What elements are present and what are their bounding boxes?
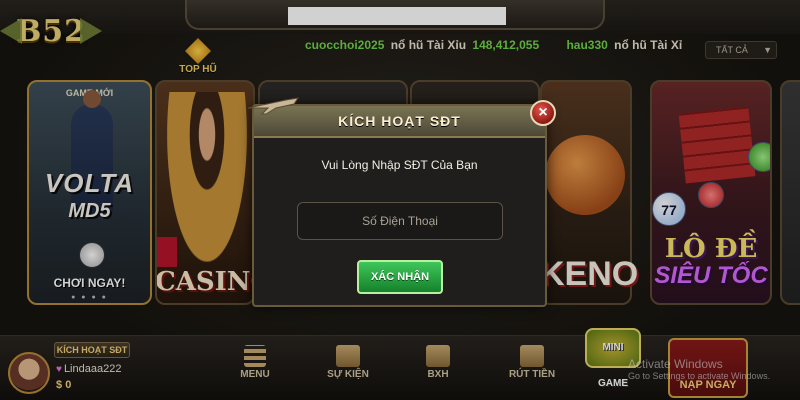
activate-phone-dialog: KÍCH HOẠT SĐT × Vui Lòng Nhập SĐT Của Bạ… bbox=[247, 97, 556, 307]
dialog-prompt: Vui Lòng Nhập SĐT Của Bạn bbox=[321, 158, 478, 172]
close-icon: × bbox=[538, 104, 548, 121]
confirm-button[interactable]: XÁC NHẬN bbox=[357, 260, 443, 294]
plane-icon bbox=[247, 97, 300, 115]
phone-number-input[interactable] bbox=[297, 202, 503, 240]
close-button[interactable]: × bbox=[530, 100, 556, 126]
